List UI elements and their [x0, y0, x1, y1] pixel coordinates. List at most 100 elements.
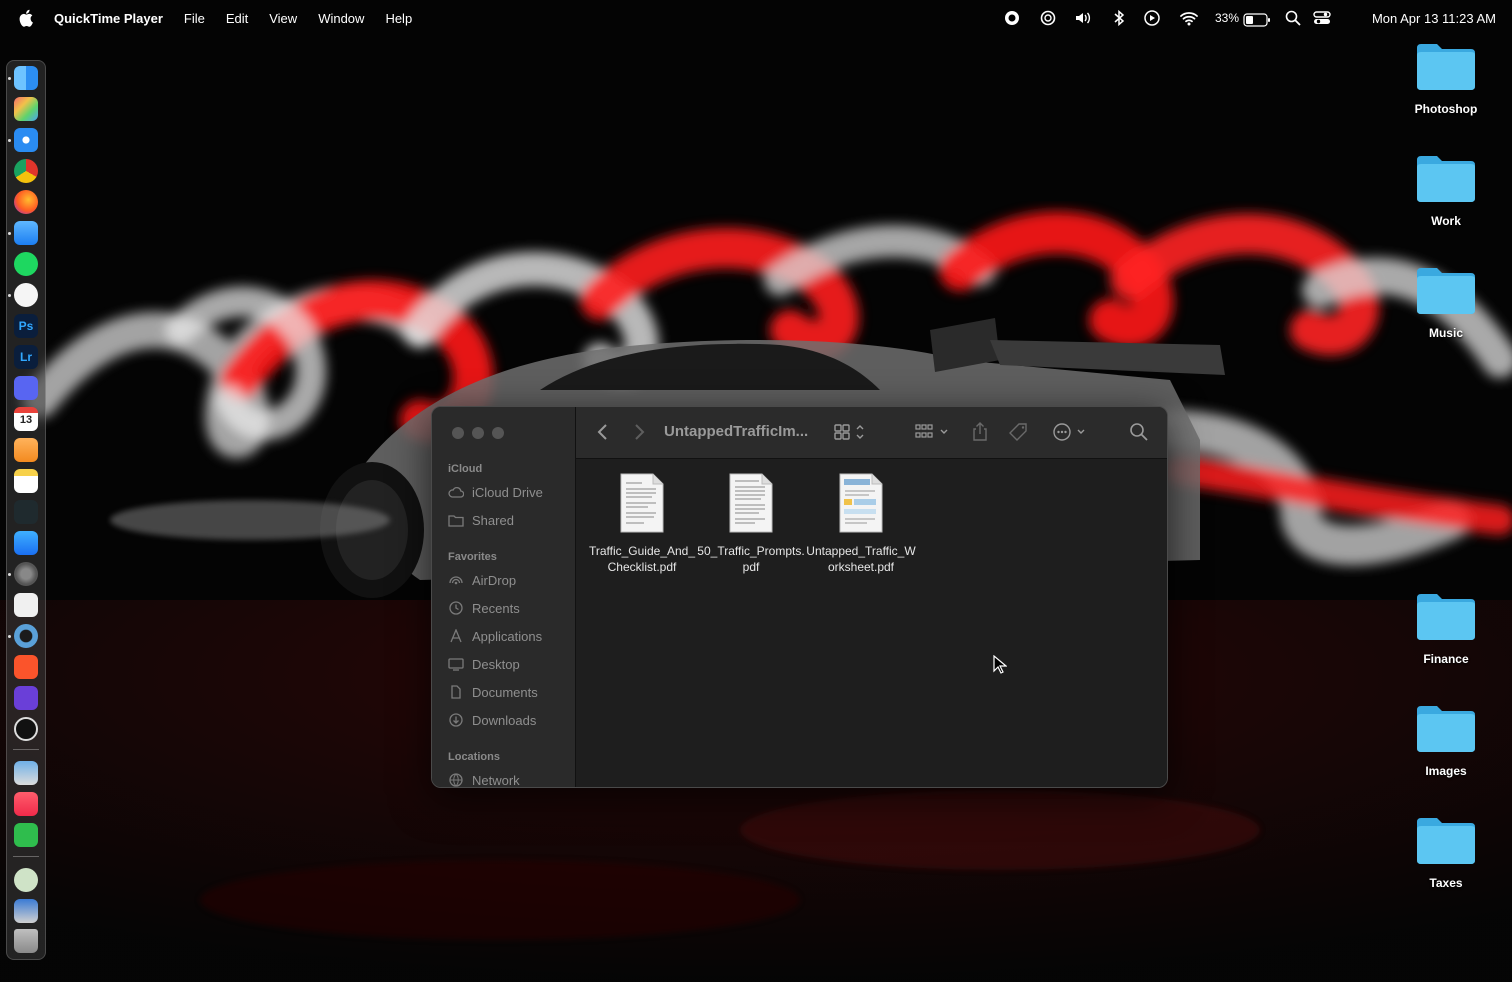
- dock-running-indicator: [8, 232, 11, 235]
- desktop-folder-label: Photoshop: [1414, 102, 1478, 116]
- battery-icon[interactable]: [1243, 11, 1271, 29]
- dock-app-spotify[interactable]: [14, 252, 38, 276]
- menu-view[interactable]: View: [269, 11, 297, 26]
- desktop-icon: [448, 658, 464, 671]
- dock-app-perplexity[interactable]: [14, 500, 38, 524]
- dock-running-indicator: [8, 635, 11, 638]
- globe-icon: [449, 773, 463, 787]
- sidebar-item-desktop[interactable]: Desktop: [448, 654, 520, 674]
- dock-app-label: Ps: [18, 319, 34, 333]
- dock-app-chatgpt[interactable]: [14, 283, 38, 307]
- volume-icon[interactable]: [1074, 9, 1092, 27]
- dock-app-brave[interactable]: [14, 655, 38, 679]
- dock-app-firefox[interactable]: [14, 190, 38, 214]
- dock-app-app-store[interactable]: [14, 531, 38, 555]
- dock-app-notes[interactable]: [14, 469, 38, 493]
- menu-file[interactable]: File: [184, 11, 205, 26]
- sidebar-item-documents[interactable]: Documents: [448, 682, 538, 702]
- dock-app-quicktime[interactable]: [14, 624, 38, 648]
- sidebar-item-downloads[interactable]: Downloads: [448, 710, 536, 730]
- dock-running-indicator: [8, 294, 11, 297]
- sidebar-item-airdrop[interactable]: AirDrop: [448, 570, 516, 590]
- dock-app-launchpad[interactable]: [14, 97, 38, 121]
- more-actions-icon[interactable]: [1052, 422, 1088, 442]
- menu-bar: QuickTime Player File Edit View Window H…: [0, 0, 1512, 36]
- sidebar-item-label: Recents: [472, 600, 520, 616]
- file-name: Traffic_Guide_And_Checklist.pdf: [588, 544, 696, 574]
- menu-app-name[interactable]: QuickTime Player: [54, 11, 163, 26]
- dock-app-textedit[interactable]: [14, 593, 38, 617]
- dock-app-mail[interactable]: [14, 221, 38, 245]
- dock-app-chrome[interactable]: [14, 159, 38, 183]
- zoom-button[interactable]: [492, 427, 504, 439]
- spotlight-search-icon[interactable]: [1284, 9, 1302, 27]
- control-center-icon[interactable]: [1313, 9, 1331, 27]
- file-item[interactable]: Traffic_Guide_And_Checklist.pdf: [586, 473, 698, 575]
- file-item[interactable]: 50_Traffic_Prompts.pdf: [695, 473, 807, 575]
- menubar-clock[interactable]: Mon Apr 13 11:23 AM: [1372, 11, 1496, 26]
- bluetooth-icon[interactable]: [1110, 9, 1128, 27]
- dock-separator: [13, 749, 39, 750]
- dock-app-system-settings[interactable]: [14, 562, 38, 586]
- wifi-icon[interactable]: [1179, 9, 1199, 27]
- dock-app-imovie[interactable]: [14, 686, 38, 710]
- sidebar-item-label: iCloud Drive: [472, 484, 543, 500]
- sidebar-item-label: Documents: [472, 684, 538, 700]
- dock-app-pages[interactable]: [14, 438, 38, 462]
- sidebar-item-label: Desktop: [472, 656, 520, 672]
- tag-icon[interactable]: [1009, 422, 1029, 442]
- dock-app-clock[interactable]: [14, 717, 38, 741]
- close-button[interactable]: [452, 427, 464, 439]
- shared-folder-icon: [448, 515, 464, 527]
- pdf-document-icon: [839, 473, 883, 533]
- sidebar-item-applications[interactable]: Applications: [448, 626, 542, 646]
- airdrop-icon: [449, 576, 463, 585]
- sidebar-item-label: Applications: [472, 628, 543, 644]
- desktop-folder-taxes[interactable]: Taxes: [1391, 814, 1501, 890]
- desktop-folder-music[interactable]: Music: [1391, 264, 1501, 340]
- back-chevron-icon[interactable]: [596, 422, 610, 442]
- dock-app-downloads-stack[interactable]: [14, 868, 38, 892]
- desktop-folder-work[interactable]: Work: [1391, 152, 1501, 228]
- dock-app-trash[interactable]: [14, 929, 38, 953]
- openai-icon[interactable]: [1039, 9, 1057, 27]
- file-item[interactable]: Untapped_Traffic_Worksheet.pdf: [805, 473, 917, 575]
- dock-app-screenshots-stack[interactable]: [14, 899, 38, 923]
- group-by-icon[interactable]: [914, 422, 952, 442]
- dock-app-label: 13: [19, 414, 33, 426]
- share-icon[interactable]: [971, 422, 989, 442]
- sidebar-item-recents[interactable]: Recents: [448, 598, 520, 618]
- dock-app-preview[interactable]: [14, 761, 38, 785]
- desktop-folder-photoshop[interactable]: Photoshop: [1391, 40, 1501, 116]
- screen-record-icon[interactable]: [1003, 9, 1021, 27]
- menu-help[interactable]: Help: [385, 11, 412, 26]
- dock-app-numbers[interactable]: [14, 823, 38, 847]
- finder-window: iCloud iCloud Drive Shared Favorites Air…: [431, 406, 1168, 788]
- search-icon[interactable]: [1129, 422, 1149, 442]
- sidebar-item-network[interactable]: Network: [448, 770, 520, 788]
- desktop-folder-finance[interactable]: Finance: [1391, 590, 1501, 666]
- sidebar-item-label: Network: [472, 772, 520, 788]
- desktop-folder-images[interactable]: Images: [1391, 702, 1501, 778]
- file-name: Untapped_Traffic_Worksheet.pdf: [806, 544, 916, 574]
- menu-edit[interactable]: Edit: [226, 11, 248, 26]
- sidebar-item-icloud-drive[interactable]: iCloud Drive: [448, 482, 543, 502]
- status-area: 33% Mon Apr 13 11:23 AM: [992, 0, 1512, 36]
- play-circle-icon[interactable]: [1143, 9, 1161, 27]
- folder-icon: [1417, 818, 1475, 864]
- dock-app-photoshop[interactable]: Ps: [14, 314, 38, 338]
- finder-sidebar: iCloud iCloud Drive Shared Favorites Air…: [432, 407, 576, 787]
- minimize-button[interactable]: [472, 427, 484, 439]
- apple-menu-icon[interactable]: [19, 9, 35, 27]
- icon-view-toggle-icon[interactable]: [833, 422, 869, 442]
- menu-window[interactable]: Window: [318, 11, 364, 26]
- dock-app-safari[interactable]: [14, 128, 38, 152]
- dock-app-discord[interactable]: [14, 376, 38, 400]
- sidebar-item-shared[interactable]: Shared: [448, 510, 514, 530]
- dock-app-calendar[interactable]: 13: [14, 407, 38, 431]
- forward-chevron-icon[interactable]: [632, 422, 646, 442]
- dock-app-finder[interactable]: [14, 66, 38, 90]
- dock-app-music[interactable]: [14, 792, 38, 816]
- sidebar-item-label: Shared: [472, 512, 514, 528]
- dock-app-lightroom[interactable]: Lr: [14, 345, 38, 369]
